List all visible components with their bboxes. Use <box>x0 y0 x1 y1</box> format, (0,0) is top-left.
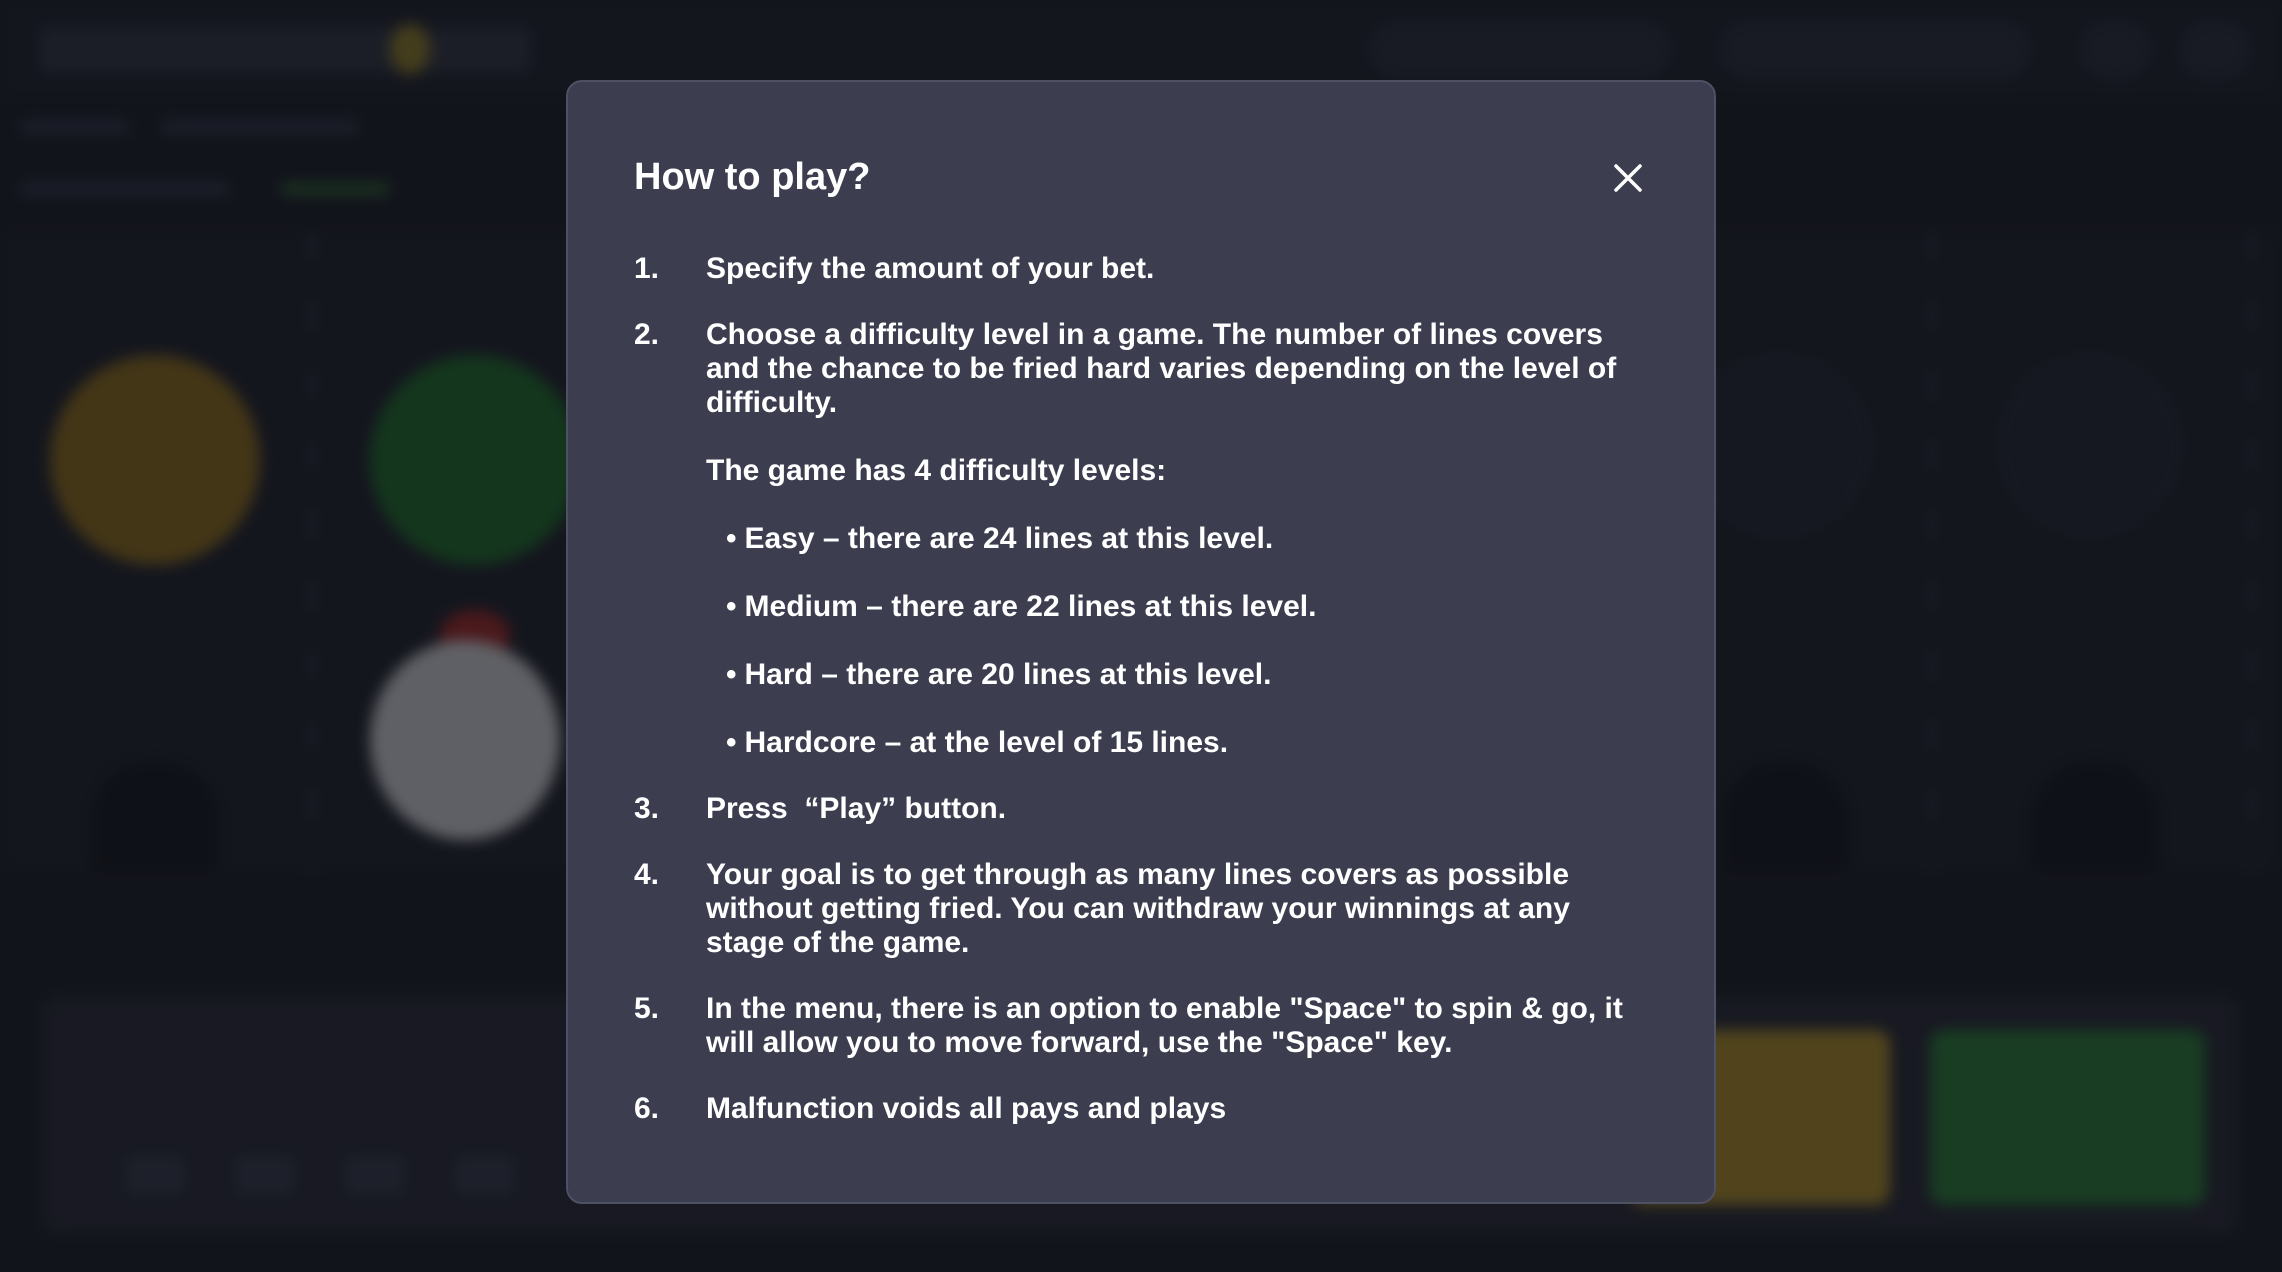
bullet: • <box>726 590 737 623</box>
level-text: Easy – there are 24 lines at this level. <box>744 522 1274 555</box>
instruction-step: 5. In the menu, there is an option to en… <box>634 992 1648 1060</box>
instruction-step: 1. Specify the amount of your bet. <box>634 252 1648 286</box>
bullet: • <box>726 658 737 691</box>
step-number: 4. <box>634 858 660 891</box>
modal-title: How to play? <box>634 156 871 198</box>
step-number: 1. <box>634 252 660 285</box>
instructions-list: 1. Specify the amount of your bet. 2. Ch… <box>634 252 1648 1126</box>
difficulty-levels-list: • Easy – there are 24 lines at this level… <box>706 522 1648 760</box>
step-text: Choose a difficulty level in a game. The… <box>706 318 1617 419</box>
instruction-step: 4. Your goal is to get through as many l… <box>634 858 1648 960</box>
step-text: Malfunction voids all pays and plays <box>706 1092 1227 1125</box>
difficulty-level: • Hard – there are 20 lines at this level… <box>726 658 1648 692</box>
how-to-play-modal: How to play? 1. Specify the amount of yo… <box>566 80 1716 1204</box>
instruction-step: 3. Press “Play” button. <box>634 792 1648 826</box>
levels-intro: The game has 4 difficulty levels: <box>706 454 1167 487</box>
step-number: 5. <box>634 992 660 1025</box>
difficulty-level: • Medium – there are 22 lines at this lev… <box>726 590 1648 624</box>
instruction-step: 6. Malfunction voids all pays and plays <box>634 1092 1648 1126</box>
close-icon <box>1614 164 1642 192</box>
step-text: Your goal is to get through as many line… <box>706 858 1570 959</box>
level-text: Hardcore – at the level of 15 lines. <box>744 726 1229 759</box>
difficulty-level: • Hardcore – at the level of 15 lines. <box>726 726 1648 760</box>
bullet: • <box>726 726 737 759</box>
step-text: In the menu, there is an option to enabl… <box>706 992 1623 1059</box>
difficulty-level: • Easy – there are 24 lines at this level… <box>726 522 1648 556</box>
bullet: • <box>726 522 737 555</box>
instruction-step: 2. Choose a difficulty level in a game. … <box>634 318 1648 760</box>
step-number: 6. <box>634 1092 660 1125</box>
step-number: 3. <box>634 792 660 825</box>
step-number: 2. <box>634 318 660 351</box>
level-text: Medium – there are 22 lines at this leve… <box>744 590 1317 623</box>
level-text: Hard – there are 20 lines at this level. <box>744 658 1272 691</box>
step-text: Press “Play” button. <box>706 792 1007 825</box>
close-button[interactable] <box>1608 158 1648 198</box>
step-text: Specify the amount of your bet. <box>706 252 1155 285</box>
